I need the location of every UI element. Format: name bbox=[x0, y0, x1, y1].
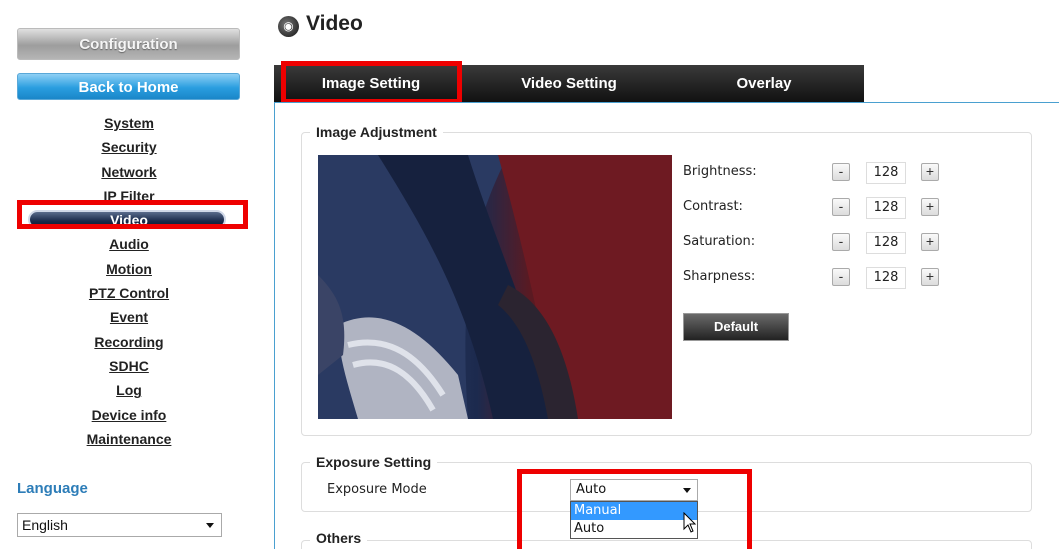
contrast-minus-button[interactable]: - bbox=[832, 198, 850, 216]
brightness-value[interactable]: 128 bbox=[866, 162, 906, 184]
sidebar-item-event[interactable]: Event bbox=[0, 307, 258, 331]
language-value: English bbox=[22, 517, 68, 533]
contrast-label: Contrast: bbox=[683, 199, 743, 214]
brightness-label: Brightness: bbox=[683, 164, 757, 179]
page-title: Video bbox=[306, 12, 363, 35]
exposure-option-manual[interactable]: Manual bbox=[571, 502, 697, 520]
exposure-mode-dropdown: Manual Auto bbox=[570, 501, 698, 539]
saturation-plus-button[interactable]: + bbox=[921, 233, 939, 251]
brightness-plus-button[interactable]: + bbox=[921, 163, 939, 181]
tab-image-setting[interactable]: Image Setting bbox=[286, 65, 456, 102]
mouse-pointer-icon bbox=[683, 512, 697, 533]
sharpness-plus-button[interactable]: + bbox=[921, 268, 939, 286]
tab-overlay[interactable]: Overlay bbox=[674, 65, 854, 102]
chevron-down-icon bbox=[206, 523, 214, 528]
configuration-button[interactable]: Configuration bbox=[17, 28, 240, 60]
exposure-mode-select[interactable]: Auto bbox=[570, 479, 698, 501]
sidebar-item-system[interactable]: System bbox=[0, 113, 258, 137]
saturation-minus-button[interactable]: - bbox=[832, 233, 850, 251]
sidebar-item-network[interactable]: Network bbox=[0, 162, 258, 186]
exposure-mode-label: Exposure Mode bbox=[327, 482, 427, 497]
default-button[interactable]: Default bbox=[683, 313, 789, 341]
sharpness-minus-button[interactable]: - bbox=[832, 268, 850, 286]
language-title: Language bbox=[17, 480, 88, 497]
sidebar-item-log[interactable]: Log bbox=[0, 380, 258, 404]
sidebar-item-security[interactable]: Security bbox=[0, 137, 258, 161]
others-legend: Others bbox=[310, 530, 368, 546]
tab-bar: Image Setting Video Setting Overlay bbox=[274, 65, 864, 102]
sidebar-item-video-label: Video bbox=[110, 212, 148, 229]
sidebar-item-ip-filter[interactable]: IP Filter bbox=[0, 186, 258, 210]
tab-video-setting[interactable]: Video Setting bbox=[474, 65, 664, 102]
image-adjustment-legend: Image Adjustment bbox=[310, 124, 443, 140]
sidebar-item-motion[interactable]: Motion bbox=[0, 259, 258, 283]
chevron-down-icon bbox=[683, 488, 691, 493]
sharpness-label: Sharpness: bbox=[683, 269, 756, 284]
camera-preview bbox=[318, 155, 672, 419]
sidebar-item-audio[interactable]: Audio bbox=[0, 234, 258, 258]
saturation-value[interactable]: 128 bbox=[866, 232, 906, 254]
sidebar-item-video[interactable]: Video bbox=[0, 210, 258, 234]
exposure-mode-value: Auto bbox=[576, 482, 607, 497]
saturation-label: Saturation: bbox=[683, 234, 756, 249]
sidebar-item-sdhc[interactable]: SDHC bbox=[0, 356, 258, 380]
sidebar-item-device-info[interactable]: Device info bbox=[0, 405, 258, 429]
sidebar-menu: System Security Network IP Filter Video … bbox=[0, 113, 258, 453]
contrast-plus-button[interactable]: + bbox=[921, 198, 939, 216]
back-to-home-button[interactable]: Back to Home bbox=[17, 73, 240, 100]
sidebar-item-ptz-control[interactable]: PTZ Control bbox=[0, 283, 258, 307]
others-group bbox=[301, 540, 1032, 549]
exposure-option-auto[interactable]: Auto bbox=[571, 520, 697, 538]
preview-image bbox=[318, 155, 672, 419]
sidebar: Configuration Back to Home System Securi… bbox=[0, 0, 258, 549]
sidebar-item-maintenance[interactable]: Maintenance bbox=[0, 429, 258, 453]
contrast-value[interactable]: 128 bbox=[866, 197, 906, 219]
sharpness-value[interactable]: 128 bbox=[866, 267, 906, 289]
exposure-setting-legend: Exposure Setting bbox=[310, 454, 438, 470]
language-select[interactable]: English bbox=[17, 513, 222, 537]
sidebar-item-recording[interactable]: Recording bbox=[0, 332, 258, 356]
brightness-minus-button[interactable]: - bbox=[832, 163, 850, 181]
